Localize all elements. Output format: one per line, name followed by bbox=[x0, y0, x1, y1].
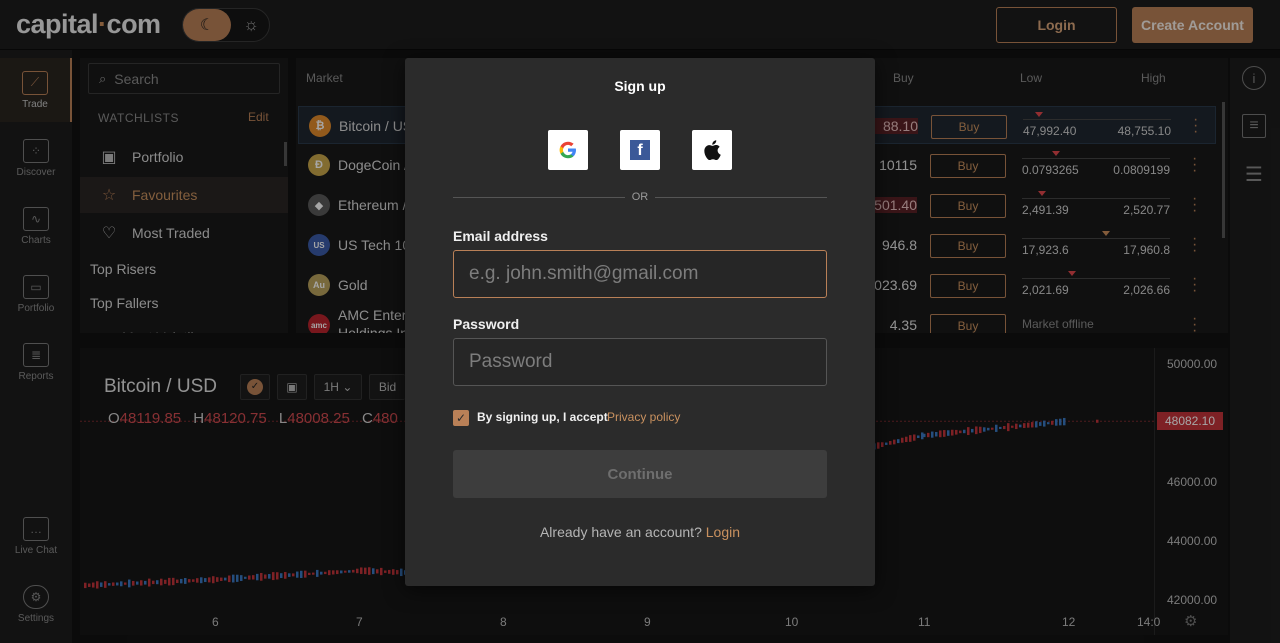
password-label: Password bbox=[453, 316, 520, 332]
facebook-icon: f bbox=[630, 140, 650, 160]
have-account-text: Already have an account? bbox=[539, 524, 702, 540]
email-label: Email address bbox=[453, 228, 548, 244]
terms-text: By signing up, I accept bbox=[477, 410, 608, 424]
terms-checkbox[interactable]: ✓ bbox=[453, 410, 469, 426]
login-link[interactable]: Login bbox=[706, 524, 740, 540]
apple-icon bbox=[704, 140, 721, 160]
modal-title: Sign up bbox=[614, 78, 666, 94]
google-signin-button[interactable] bbox=[548, 130, 588, 170]
have-account-row: Already have an account? Login bbox=[405, 524, 875, 540]
continue-button[interactable]: Continue bbox=[453, 450, 827, 498]
apple-signin-button[interactable] bbox=[692, 130, 732, 170]
email-field[interactable] bbox=[453, 250, 827, 298]
google-icon bbox=[559, 141, 576, 159]
signup-modal: Sign up f OR Email address Password ✓ By… bbox=[405, 58, 875, 586]
password-field[interactable] bbox=[453, 338, 827, 386]
or-divider-text: OR bbox=[631, 191, 649, 203]
privacy-policy-link[interactable]: Privacy policy bbox=[607, 410, 680, 424]
facebook-signin-button[interactable]: f bbox=[620, 130, 660, 170]
